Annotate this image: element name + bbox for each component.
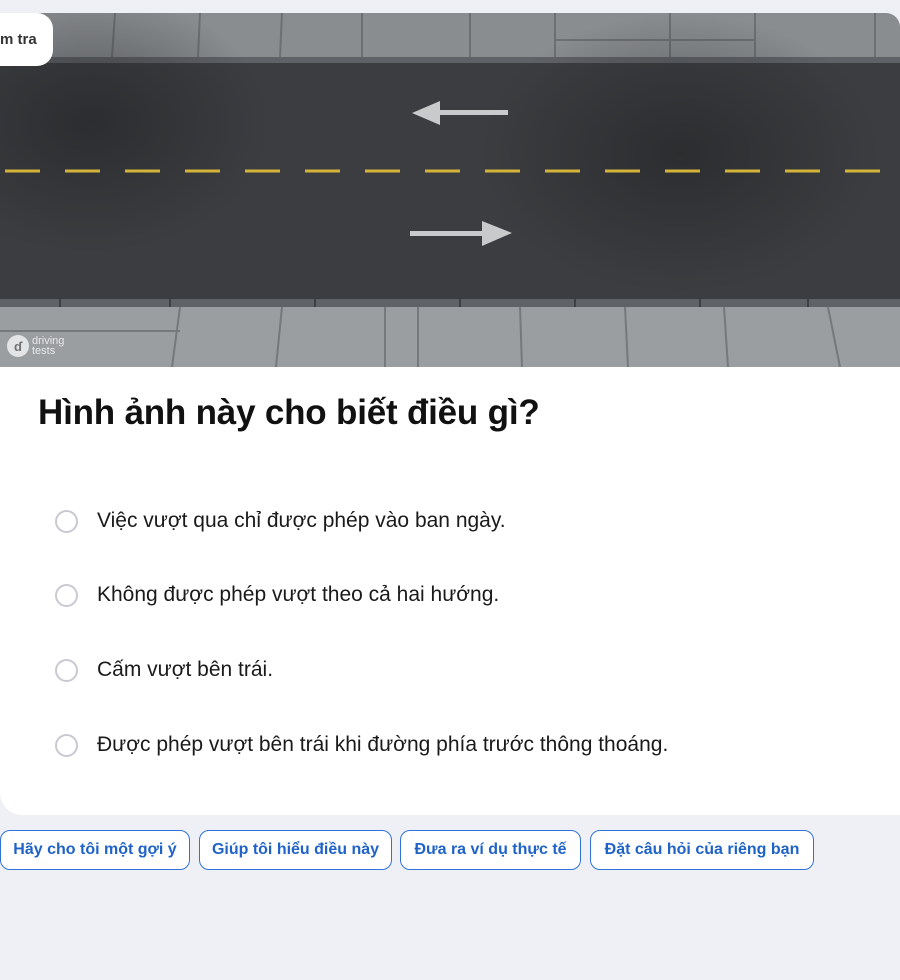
- answer-option-3[interactable]: Cấm vượt bên trái.: [55, 658, 273, 682]
- tab-label[interactable]: m tra: [0, 13, 53, 66]
- watermark-line-2: tests: [32, 345, 56, 357]
- road-scene-image: m tra ɗ driving tests: [0, 13, 900, 367]
- radio-button[interactable]: [55, 733, 78, 757]
- driving-tests-watermark: ɗ driving tests: [7, 335, 72, 357]
- explain-button[interactable]: Giúp tôi hiểu điều này: [199, 830, 392, 870]
- question-title: Hình ảnh này cho biết điều gì?: [38, 393, 540, 432]
- answer-option-label: Cấm vượt bên trái.: [97, 658, 274, 681]
- answer-option-4[interactable]: Được phép vượt bên trái khi đường phía t…: [55, 733, 668, 757]
- answer-option-1[interactable]: Việc vượt qua chỉ được phép vào ban ngày…: [55, 509, 506, 533]
- hint-button[interactable]: Hãy cho tôi một gợi ý: [0, 830, 190, 870]
- answer-option-label: Được phép vượt bên trái khi đường phía t…: [97, 733, 669, 756]
- radio-button[interactable]: [55, 583, 78, 607]
- answer-option-2[interactable]: Không được phép vượt theo cả hai hướng.: [55, 583, 499, 607]
- tab-label-text: m tra: [0, 31, 37, 48]
- radio-button[interactable]: [55, 509, 78, 533]
- ask-own-question-button[interactable]: Đặt câu hỏi của riêng bạn: [590, 830, 814, 870]
- answer-option-label: Không được phép vượt theo cả hai hướng.: [97, 583, 500, 606]
- answer-option-label: Việc vượt qua chỉ được phép vào ban ngày…: [97, 509, 506, 532]
- real-example-button[interactable]: Đưa ra ví dụ thực tế: [400, 830, 581, 870]
- radio-button[interactable]: [55, 658, 78, 682]
- driving-tests-logo-icon: ɗ: [7, 335, 29, 357]
